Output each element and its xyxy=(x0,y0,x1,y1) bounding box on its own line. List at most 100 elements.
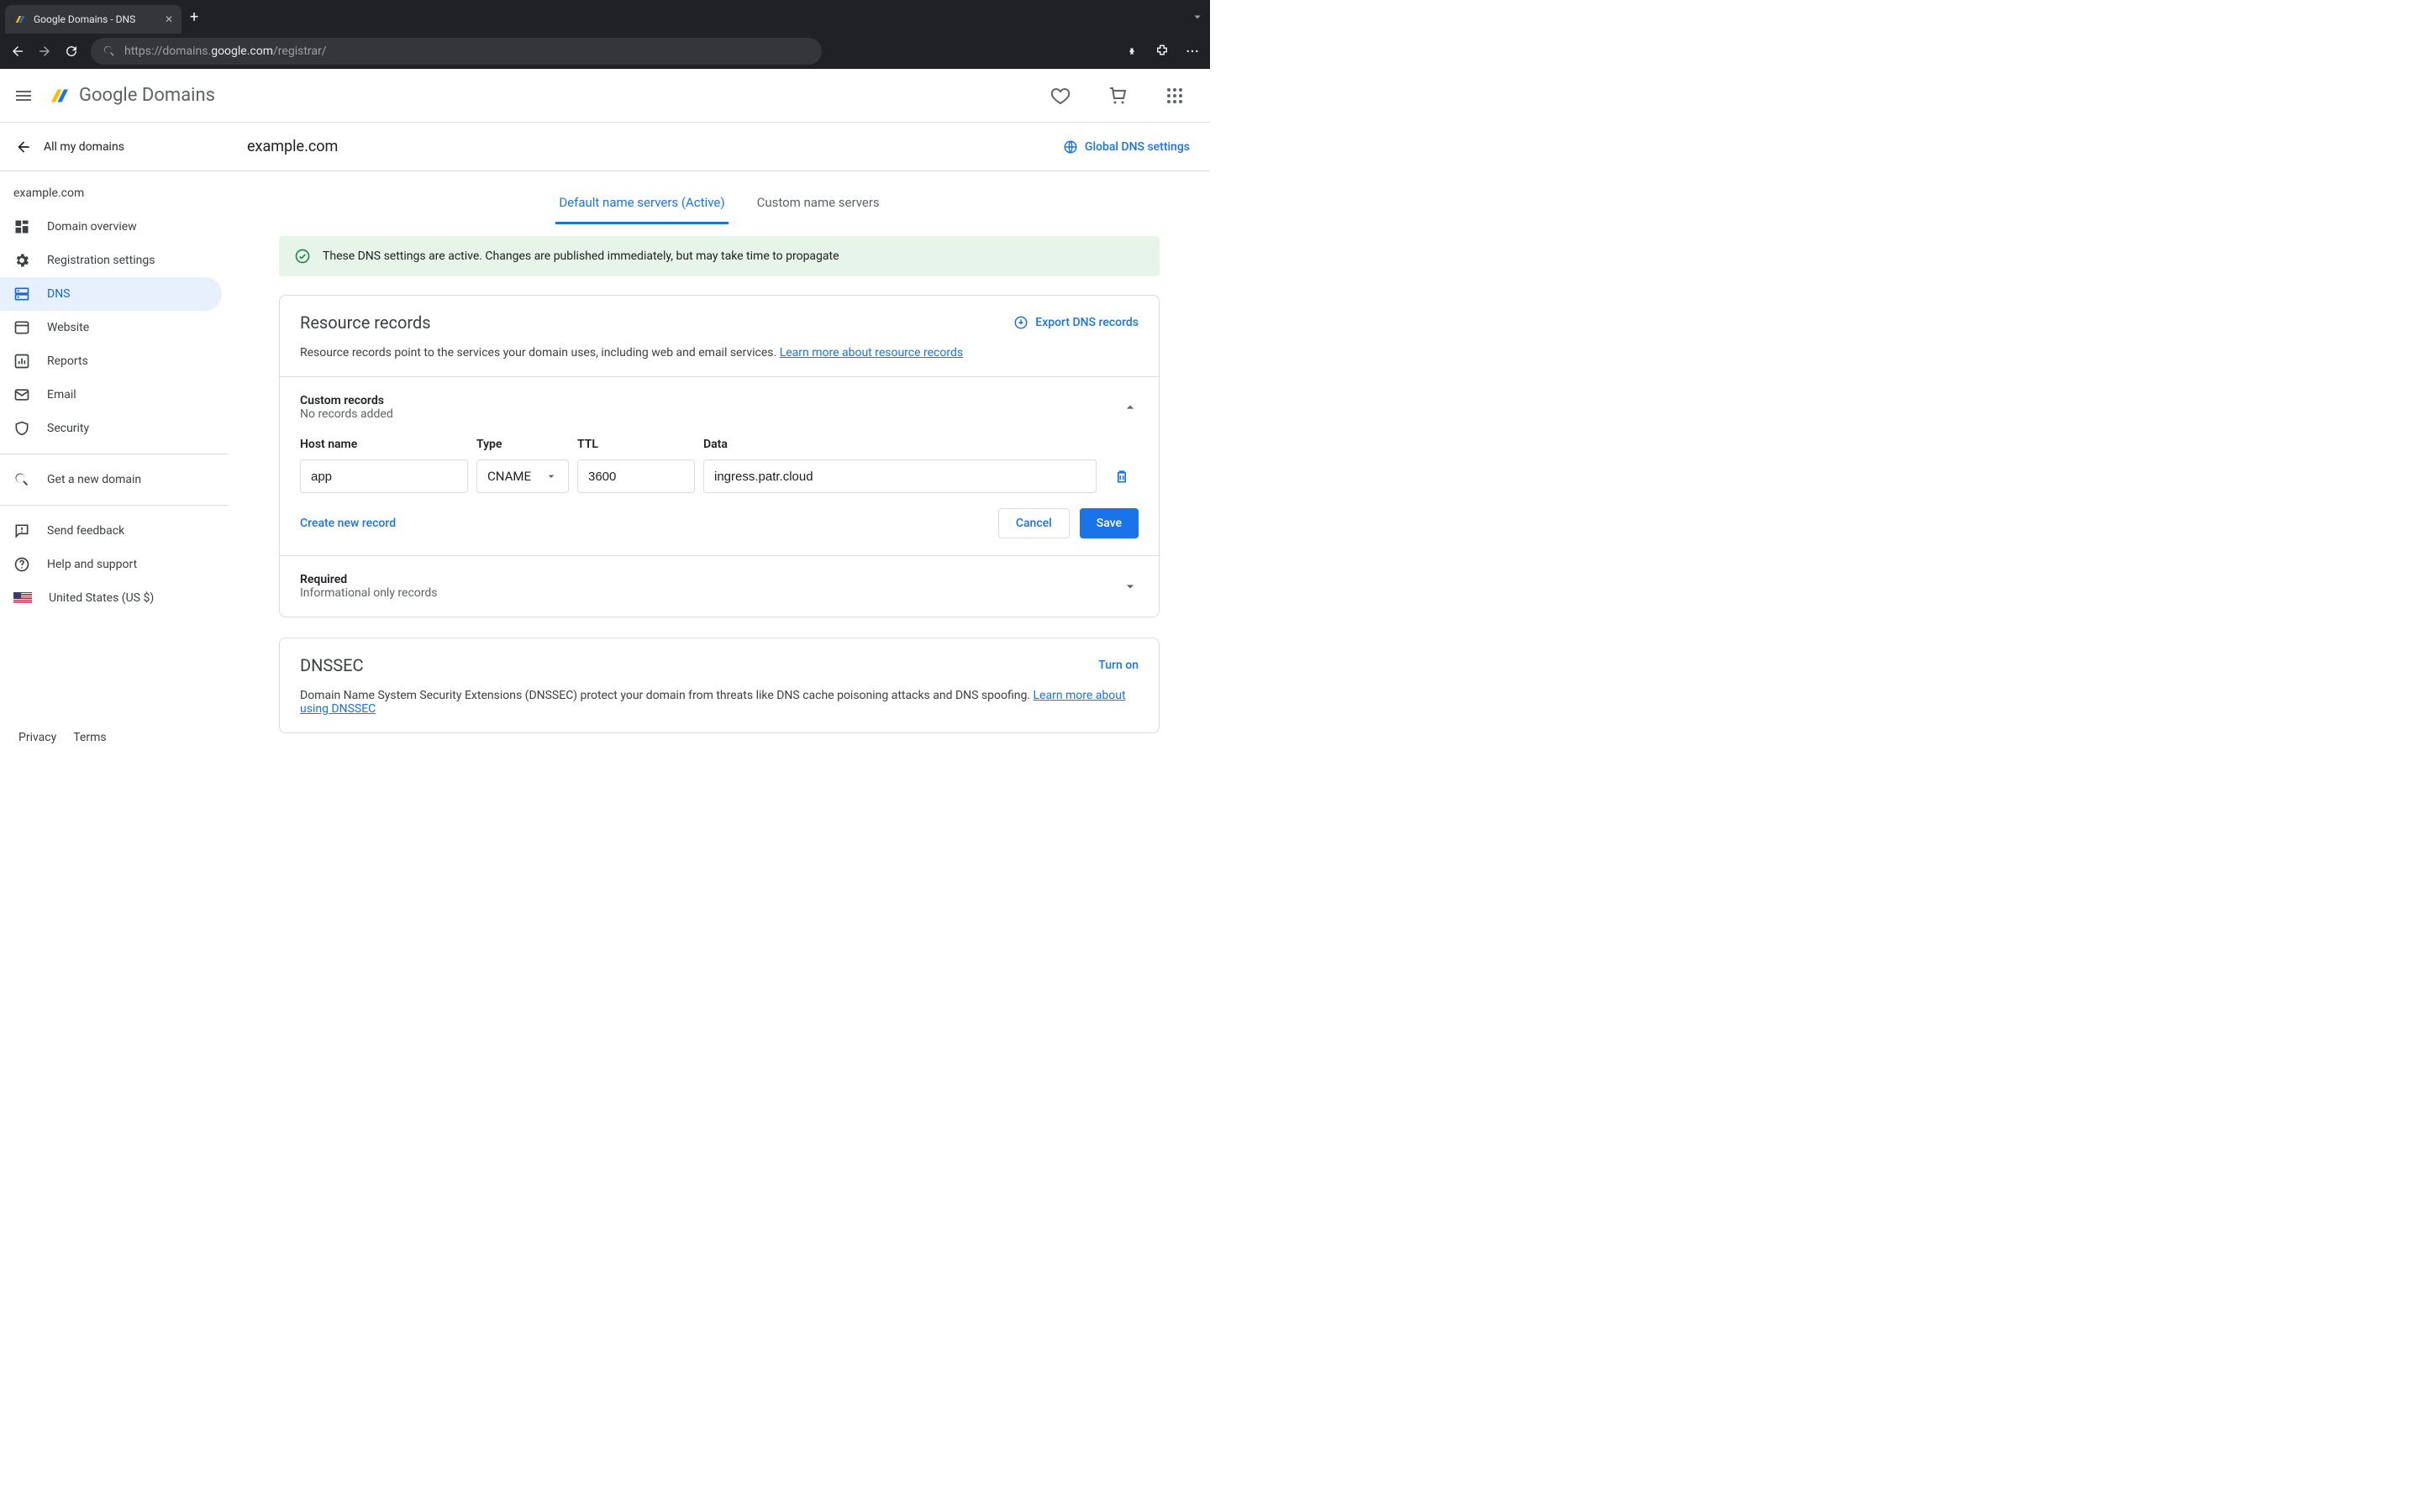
active-banner: These DNS settings are active. Changes a… xyxy=(279,236,1160,276)
apps-grid-icon[interactable] xyxy=(1165,86,1185,106)
custom-records-empty: No records added xyxy=(300,407,393,421)
website-icon xyxy=(13,319,30,336)
col-type: Type xyxy=(476,438,569,451)
type-select[interactable]: CNAME xyxy=(476,459,569,493)
cart-icon[interactable] xyxy=(1107,86,1128,106)
browser-chrome: Google Domains - DNS ✕ + https://domains… xyxy=(0,0,1210,69)
sidebar-item-label: Security xyxy=(47,422,89,435)
search-icon xyxy=(103,45,116,58)
sidebar-item-label: Send feedback xyxy=(47,524,124,538)
sidebar-item-label: Registration settings xyxy=(47,254,155,267)
sidebar-domain: example.com xyxy=(0,183,229,210)
sidebar-feedback[interactable]: Send feedback xyxy=(0,514,222,548)
sidebar-item-label: United States (US $) xyxy=(49,591,154,605)
sub-header: All my domains example.com Global DNS se… xyxy=(0,123,1210,171)
ttl-input[interactable] xyxy=(577,459,695,493)
globe-icon xyxy=(1063,139,1078,155)
save-button[interactable]: Save xyxy=(1080,508,1139,538)
heart-icon[interactable] xyxy=(1050,86,1071,106)
sidebar-item-label: Domain overview xyxy=(47,220,137,234)
email-icon xyxy=(13,386,30,403)
shield-icon xyxy=(13,420,30,437)
sidebar-item-reports[interactable]: Reports xyxy=(0,344,222,378)
tab-favicon xyxy=(13,13,27,26)
sidebar-item-dns[interactable]: DNS xyxy=(0,277,222,311)
sidebar: example.com Domain overview Registration… xyxy=(0,171,229,756)
arrow-left-icon xyxy=(15,139,32,155)
omnibox-url: https://domains.google.com/registrar/ xyxy=(124,45,327,58)
new-tab-button[interactable]: + xyxy=(190,8,198,26)
dnssec-turn-on-button[interactable]: Turn on xyxy=(1098,659,1139,672)
record-editor: Host name Type TTL Data CNAME xyxy=(300,438,1139,538)
global-dns-settings-link[interactable]: Global DNS settings xyxy=(1063,139,1210,155)
resource-records-title: Resource records xyxy=(300,312,431,333)
chevron-up-icon xyxy=(1122,399,1139,416)
chevron-down-icon[interactable] xyxy=(1190,9,1205,24)
sidebar-item-website[interactable]: Website xyxy=(0,311,222,344)
sidebar-item-label: Get a new domain xyxy=(47,473,141,486)
product-logo[interactable]: Google Domains xyxy=(47,83,215,108)
close-icon[interactable]: ✕ xyxy=(165,13,173,25)
create-record-button[interactable]: Create new record xyxy=(300,517,396,530)
dns-icon xyxy=(13,286,30,302)
omnibox[interactable]: https://domains.google.com/registrar/ xyxy=(91,38,822,65)
host-input[interactable] xyxy=(300,459,468,493)
app-header: Google Domains xyxy=(0,69,1210,123)
tab-title: Google Domains - DNS xyxy=(34,13,135,25)
product-name: Google Domains xyxy=(79,85,215,106)
sidebar-item-security[interactable]: Security xyxy=(0,412,222,445)
type-select-value: CNAME xyxy=(487,469,531,484)
banner-text: These DNS settings are active. Changes a… xyxy=(323,249,839,263)
sidebar-item-registration[interactable]: Registration settings xyxy=(0,244,222,277)
reload-icon[interactable] xyxy=(64,44,79,59)
dnssec-desc: Domain Name System Security Extensions (… xyxy=(300,689,1139,716)
current-domain: example.com xyxy=(247,138,338,155)
resource-records-desc: Resource records point to the services y… xyxy=(300,346,1139,360)
back-icon[interactable] xyxy=(10,44,25,59)
browser-tab[interactable]: Google Domains - DNS ✕ xyxy=(5,5,182,34)
dnssec-card: DNSSEC Turn on Domain Name System Securi… xyxy=(279,638,1160,733)
data-input[interactable] xyxy=(703,459,1097,493)
chevron-down-icon xyxy=(1122,578,1139,595)
record-row: CNAME xyxy=(300,459,1139,493)
back-label: All my domains xyxy=(44,140,124,154)
required-title: Required xyxy=(300,573,438,586)
nameserver-tabs: Default name servers (Active) Custom nam… xyxy=(229,188,1210,224)
back-to-domains[interactable]: All my domains xyxy=(0,139,235,155)
forward-icon[interactable] xyxy=(37,44,52,59)
chevron-down-icon xyxy=(544,470,558,483)
learn-resource-records-link[interactable]: Learn more about resource records xyxy=(780,346,963,360)
sidebar-help[interactable]: Help and support xyxy=(0,548,222,581)
address-bar-row: https://domains.google.com/registrar/ xyxy=(0,34,1210,69)
required-records-header[interactable]: Required Informational only records xyxy=(300,573,1139,600)
footer-privacy[interactable]: Privacy xyxy=(18,731,56,744)
kebab-icon[interactable] xyxy=(1185,44,1200,59)
col-ttl: TTL xyxy=(577,438,695,451)
hamburger-icon[interactable] xyxy=(13,86,34,106)
help-icon xyxy=(13,556,30,573)
custom-records-header[interactable]: Custom records No records added xyxy=(300,394,1139,421)
trash-icon[interactable] xyxy=(1113,468,1130,485)
sidebar-get-new-domain[interactable]: Get a new domain xyxy=(0,463,222,496)
extensions-icon[interactable] xyxy=(1155,44,1170,59)
footer-terms[interactable]: Terms xyxy=(73,731,106,744)
sidebar-region[interactable]: United States (US $) xyxy=(0,581,222,615)
domains-mark-icon xyxy=(47,83,72,108)
tab-default-ns[interactable]: Default name servers (Active) xyxy=(555,188,728,224)
export-dns-label: Export DNS records xyxy=(1035,316,1139,329)
cancel-button[interactable]: Cancel xyxy=(998,508,1070,538)
dashboard-icon xyxy=(13,218,30,235)
export-dns-button[interactable]: Export DNS records xyxy=(1013,315,1139,330)
extensions-overflow-icon[interactable] xyxy=(1124,44,1139,59)
tab-custom-ns[interactable]: Custom name servers xyxy=(754,188,883,224)
custom-records-title: Custom records xyxy=(300,394,393,407)
search-icon xyxy=(13,471,30,488)
sidebar-item-overview[interactable]: Domain overview xyxy=(0,210,222,244)
sidebar-item-label: Email xyxy=(47,388,76,402)
dnssec-title: DNSSEC xyxy=(300,655,364,675)
main-content: Default name servers (Active) Custom nam… xyxy=(229,171,1210,756)
sidebar-item-label: Reports xyxy=(47,354,88,368)
sidebar-item-email[interactable]: Email xyxy=(0,378,222,412)
sidebar-item-label: Website xyxy=(47,321,89,334)
sidebar-item-label: DNS xyxy=(47,287,71,301)
